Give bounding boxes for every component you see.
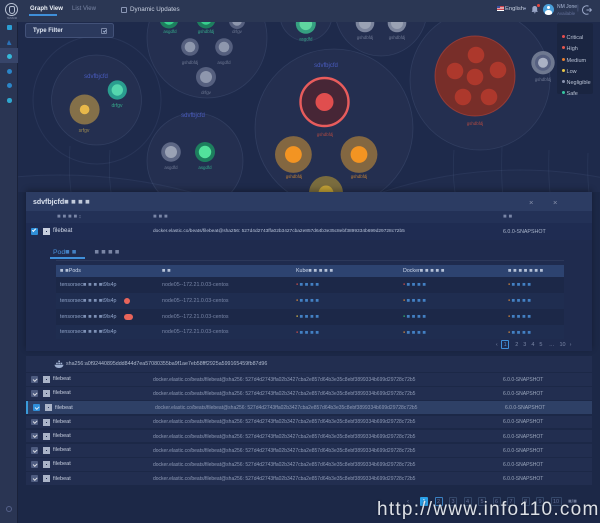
svg-text:asgdfd: asgdfd <box>163 29 177 34</box>
svg-text:drfgv: drfgv <box>111 103 123 109</box>
svg-text:asgdfd: asgdfd <box>198 165 212 170</box>
svg-text:http://www.info110.com: http://www.info110.com <box>377 499 600 520</box>
svg-text:sdvfbjcfd: sdvfbjcfd <box>181 113 205 119</box>
svg-text:gshdbfdj: gshdbfdj <box>467 121 484 126</box>
svg-text:gshdbfdj: gshdbfdj <box>535 77 552 82</box>
svg-text:gshdbfdj: gshdbfdj <box>389 35 406 40</box>
svg-text:asgdfd: asgdfd <box>164 165 178 170</box>
svg-text:gshdbfdj: gshdbfdj <box>317 132 334 137</box>
svg-text:gshdbfdj: gshdbfdj <box>351 174 368 179</box>
svg-text:sdvfbjcfd: sdvfbjcfd <box>84 74 108 80</box>
svg-text:drfgv: drfgv <box>201 90 212 95</box>
svg-text:gshdbfdj: gshdbfdj <box>286 174 303 179</box>
svg-text:drfgv: drfgv <box>232 29 243 34</box>
svg-text:gshdbfdj: gshdbfdj <box>182 60 199 65</box>
svg-text:gshdbfdj: gshdbfdj <box>357 35 374 40</box>
svg-text:asgdfd: asgdfd <box>299 37 313 42</box>
svg-text:sdvfbjcfd: sdvfbjcfd <box>314 63 338 69</box>
svg-text:srfgv: srfgv <box>79 128 90 134</box>
svg-text:gshdbfdj: gshdbfdj <box>198 29 215 34</box>
svg-text:asgdfd: asgdfd <box>217 60 231 65</box>
